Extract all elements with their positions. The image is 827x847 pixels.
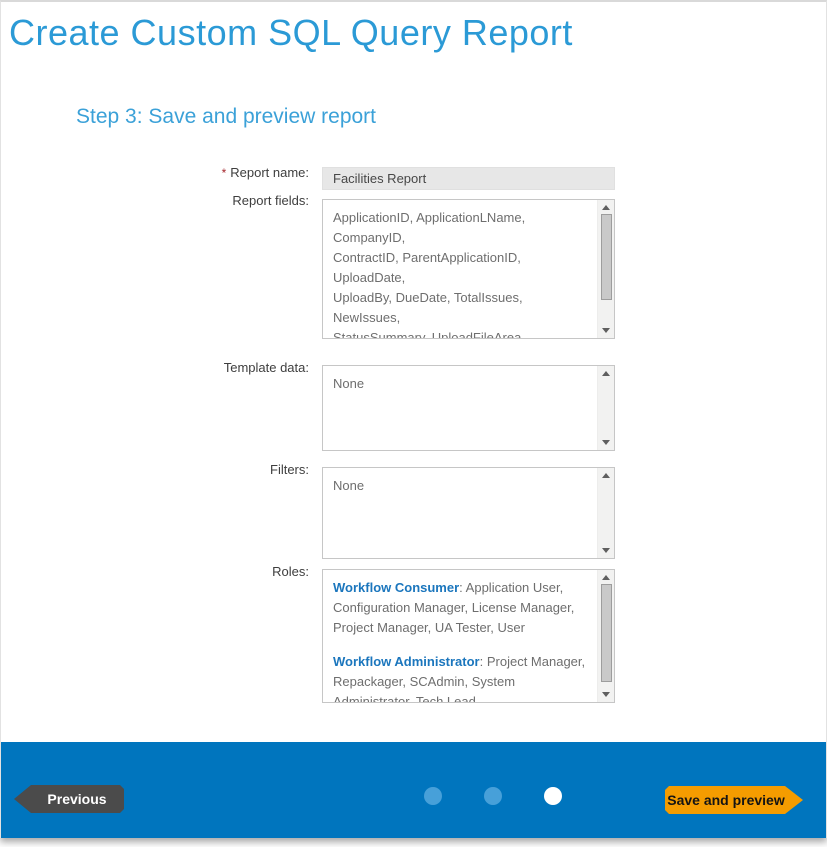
report-name-input[interactable]: [322, 167, 615, 190]
create-custom-sql-query-report-page: Create Custom SQL Query Report Step 3: S…: [0, 0, 827, 847]
role-group-name: Workflow Consumer: [333, 580, 459, 595]
save-and-preview-button[interactable]: Save and preview: [665, 786, 803, 814]
filters-label: Filters:: [1, 462, 309, 477]
scrollbar-thumb[interactable]: [601, 584, 612, 682]
scroll-up-icon[interactable]: [602, 473, 610, 478]
report-fields-box: ApplicationID, ApplicationLName, Company…: [322, 199, 615, 339]
roles-group-workflow-administrator: Workflow Administrator: Project Manager,…: [333, 652, 589, 702]
scroll-up-icon[interactable]: [602, 575, 610, 580]
wizard-card: Create Custom SQL Query Report Step 3: S…: [0, 0, 827, 838]
report-name-label: *Report name:: [1, 165, 309, 180]
report-fields-text: ApplicationID, ApplicationLName, Company…: [323, 200, 597, 338]
required-asterisk: *: [222, 166, 227, 180]
roles-text: Workflow Consumer: Application User, Con…: [323, 570, 597, 702]
template-data-scrollbar[interactable]: [597, 366, 614, 450]
filters-box: None: [322, 467, 615, 559]
template-data-box: None: [322, 365, 615, 451]
report-fields-line: ApplicationID, ApplicationLName, Company…: [333, 208, 589, 248]
step-indicator-dot-1: [424, 787, 442, 805]
previous-button[interactable]: Previous: [14, 785, 124, 813]
scroll-down-icon[interactable]: [602, 440, 610, 445]
scroll-down-icon[interactable]: [602, 328, 610, 333]
roles-box: Workflow Consumer: Application User, Con…: [322, 569, 615, 703]
wizard-footer: Previous Save and preview: [1, 742, 826, 838]
scroll-down-icon[interactable]: [602, 548, 610, 553]
template-data-text: None: [323, 366, 597, 450]
filters-scrollbar[interactable]: [597, 468, 614, 558]
report-fields-scrollbar[interactable]: [597, 200, 614, 338]
scroll-up-icon[interactable]: [602, 205, 610, 210]
template-data-label: Template data:: [1, 360, 309, 375]
report-fields-line: UploadBy, DueDate, TotalIssues, NewIssue…: [333, 288, 589, 328]
report-fields-line: ContractID, ParentApplicationID, UploadD…: [333, 248, 589, 288]
report-fields-label: Report fields:: [1, 193, 309, 208]
roles-label: Roles:: [1, 564, 309, 579]
step-indicator-dot-3-active: [544, 787, 562, 805]
report-name-label-text: Report name:: [230, 165, 309, 180]
filters-text: None: [323, 468, 597, 558]
roles-scrollbar[interactable]: [597, 570, 614, 702]
scroll-up-icon[interactable]: [602, 371, 610, 376]
page-title: Create Custom SQL Query Report: [9, 12, 573, 54]
scrollbar-thumb[interactable]: [601, 214, 612, 300]
step-indicator-dot-2: [484, 787, 502, 805]
scroll-down-icon[interactable]: [602, 692, 610, 697]
roles-group-workflow-consumer: Workflow Consumer: Application User, Con…: [333, 578, 589, 638]
role-group-name: Workflow Administrator: [333, 654, 480, 669]
report-fields-line: StatusSummary, UploadFileArea,: [333, 328, 589, 338]
step-heading: Step 3: Save and preview report: [76, 105, 376, 129]
